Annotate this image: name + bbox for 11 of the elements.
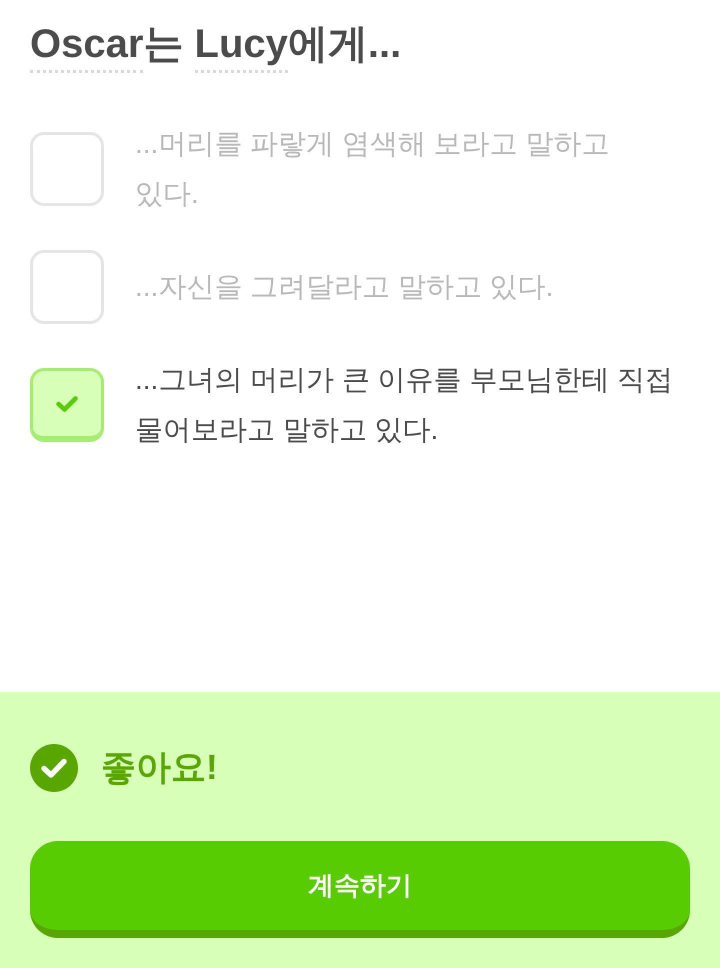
option-text: ...그녀의 머리가 큰 이유를 부모님한테 직접 물어보라고 말하고 있다. <box>135 363 674 447</box>
option-text: ...자신을 그려달라고 말하고 있다. <box>135 270 554 304</box>
checkbox[interactable] <box>30 368 104 442</box>
question-title: Oscar는 Lucy에게... <box>30 18 402 73</box>
continue-button[interactable]: 계속하기 <box>30 841 690 938</box>
check-icon <box>56 396 78 412</box>
check-circle-icon <box>30 744 78 792</box>
checkbox[interactable] <box>30 132 104 206</box>
feedback-message: 좋아요! <box>101 747 218 789</box>
checkbox[interactable] <box>30 250 104 324</box>
option-text: ...머리를 파랗게 염색해 보라고 말하고 있다. <box>135 127 610 211</box>
